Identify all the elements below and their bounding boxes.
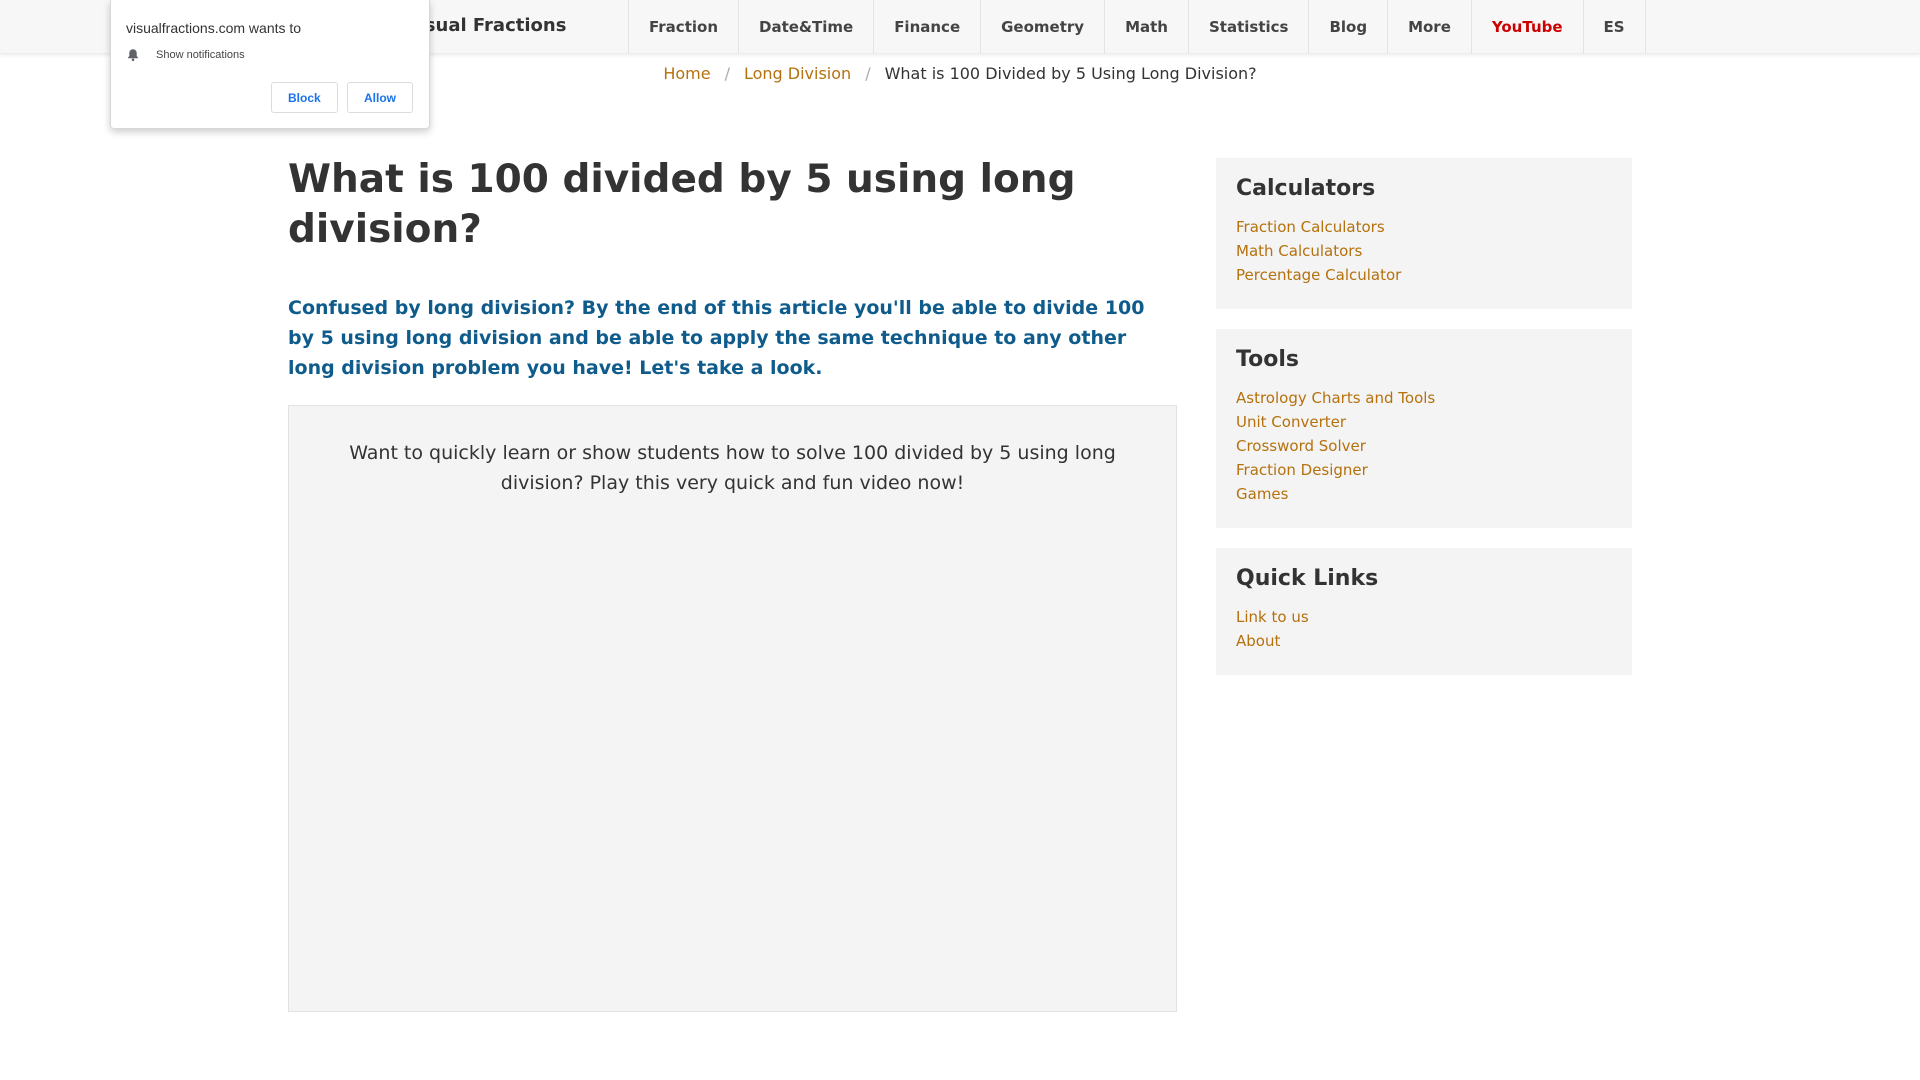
- sidebar: Calculators Fraction Calculators Math Ca…: [1216, 158, 1632, 695]
- sidebar-card-title: Calculators: [1236, 176, 1376, 201]
- nav-item-math[interactable]: Math: [1104, 0, 1188, 54]
- sidebar-link-astrology[interactable]: Astrology Charts and Tools: [1236, 386, 1612, 410]
- sidebar-link-link-to-us[interactable]: Link to us: [1236, 605, 1612, 629]
- nav-menu: Fraction Date&Time Finance Geometry Math…: [628, 0, 1646, 54]
- sidebar-card-title: Tools: [1236, 347, 1299, 372]
- sidebar-link-about[interactable]: About: [1236, 629, 1612, 653]
- breadcrumb-home-link[interactable]: Home: [663, 64, 710, 83]
- breadcrumb-separator: /: [865, 64, 871, 83]
- notification-permission-row: Show notifications: [126, 48, 245, 62]
- nav-item-datetime[interactable]: Date&Time: [738, 0, 873, 54]
- nav-item-blog[interactable]: Blog: [1308, 0, 1387, 54]
- page-title: What is 100 divided by 5 using long divi…: [288, 157, 1076, 252]
- sidebar-link-percentage-calculator[interactable]: Percentage Calculator: [1236, 263, 1612, 287]
- sidebar-card-quick-links: Quick Links Link to us About: [1216, 548, 1632, 675]
- bell-icon: [128, 49, 138, 62]
- nav-item-language-es[interactable]: ES: [1582, 0, 1646, 54]
- nav-item-finance[interactable]: Finance: [873, 0, 980, 54]
- allow-button[interactable]: Allow: [347, 82, 413, 113]
- sidebar-link-games[interactable]: Games: [1236, 482, 1612, 506]
- sidebar-link-unit-converter[interactable]: Unit Converter: [1236, 410, 1612, 434]
- sidebar-card-calculators: Calculators Fraction Calculators Math Ca…: [1216, 158, 1632, 309]
- sidebar-link-fraction-calculators[interactable]: Fraction Calculators: [1236, 215, 1612, 239]
- nav-item-more[interactable]: More: [1387, 0, 1471, 54]
- sidebar-link-math-calculators[interactable]: Math Calculators: [1236, 239, 1612, 263]
- intro-paragraph: Confused by long division? By the end of…: [288, 297, 1145, 379]
- video-section: Want to quickly learn or show students h…: [288, 405, 1177, 1012]
- breadcrumb-current: What is 100 Divided by 5 Using Long Divi…: [884, 64, 1257, 83]
- video-prompt-text: Want to quickly learn or show students h…: [349, 442, 1116, 494]
- nav-item-geometry[interactable]: Geometry: [980, 0, 1104, 54]
- nav-item-statistics[interactable]: Statistics: [1187, 0, 1308, 54]
- nav-item-fraction[interactable]: Fraction: [628, 0, 738, 54]
- notification-permission-label: Show notifications: [156, 49, 245, 61]
- notification-permission-popup: visualfractions.com wants to Show notifi…: [110, 0, 430, 129]
- breadcrumb-long-division-link[interactable]: Long Division: [744, 64, 851, 83]
- main-content: What is 100 divided by 5 using long divi…: [288, 155, 1177, 1012]
- sidebar-card-tools: Tools Astrology Charts and Tools Unit Co…: [1216, 329, 1632, 528]
- breadcrumb-separator: /: [724, 64, 730, 83]
- sidebar-link-crossword-solver[interactable]: Crossword Solver: [1236, 434, 1612, 458]
- sidebar-link-fraction-designer[interactable]: Fraction Designer: [1236, 458, 1612, 482]
- sidebar-card-title: Quick Links: [1236, 566, 1379, 591]
- notification-site-text: visualfractions.com wants to: [126, 20, 302, 36]
- nav-item-youtube[interactable]: YouTube: [1470, 0, 1583, 54]
- block-button[interactable]: Block: [271, 82, 338, 113]
